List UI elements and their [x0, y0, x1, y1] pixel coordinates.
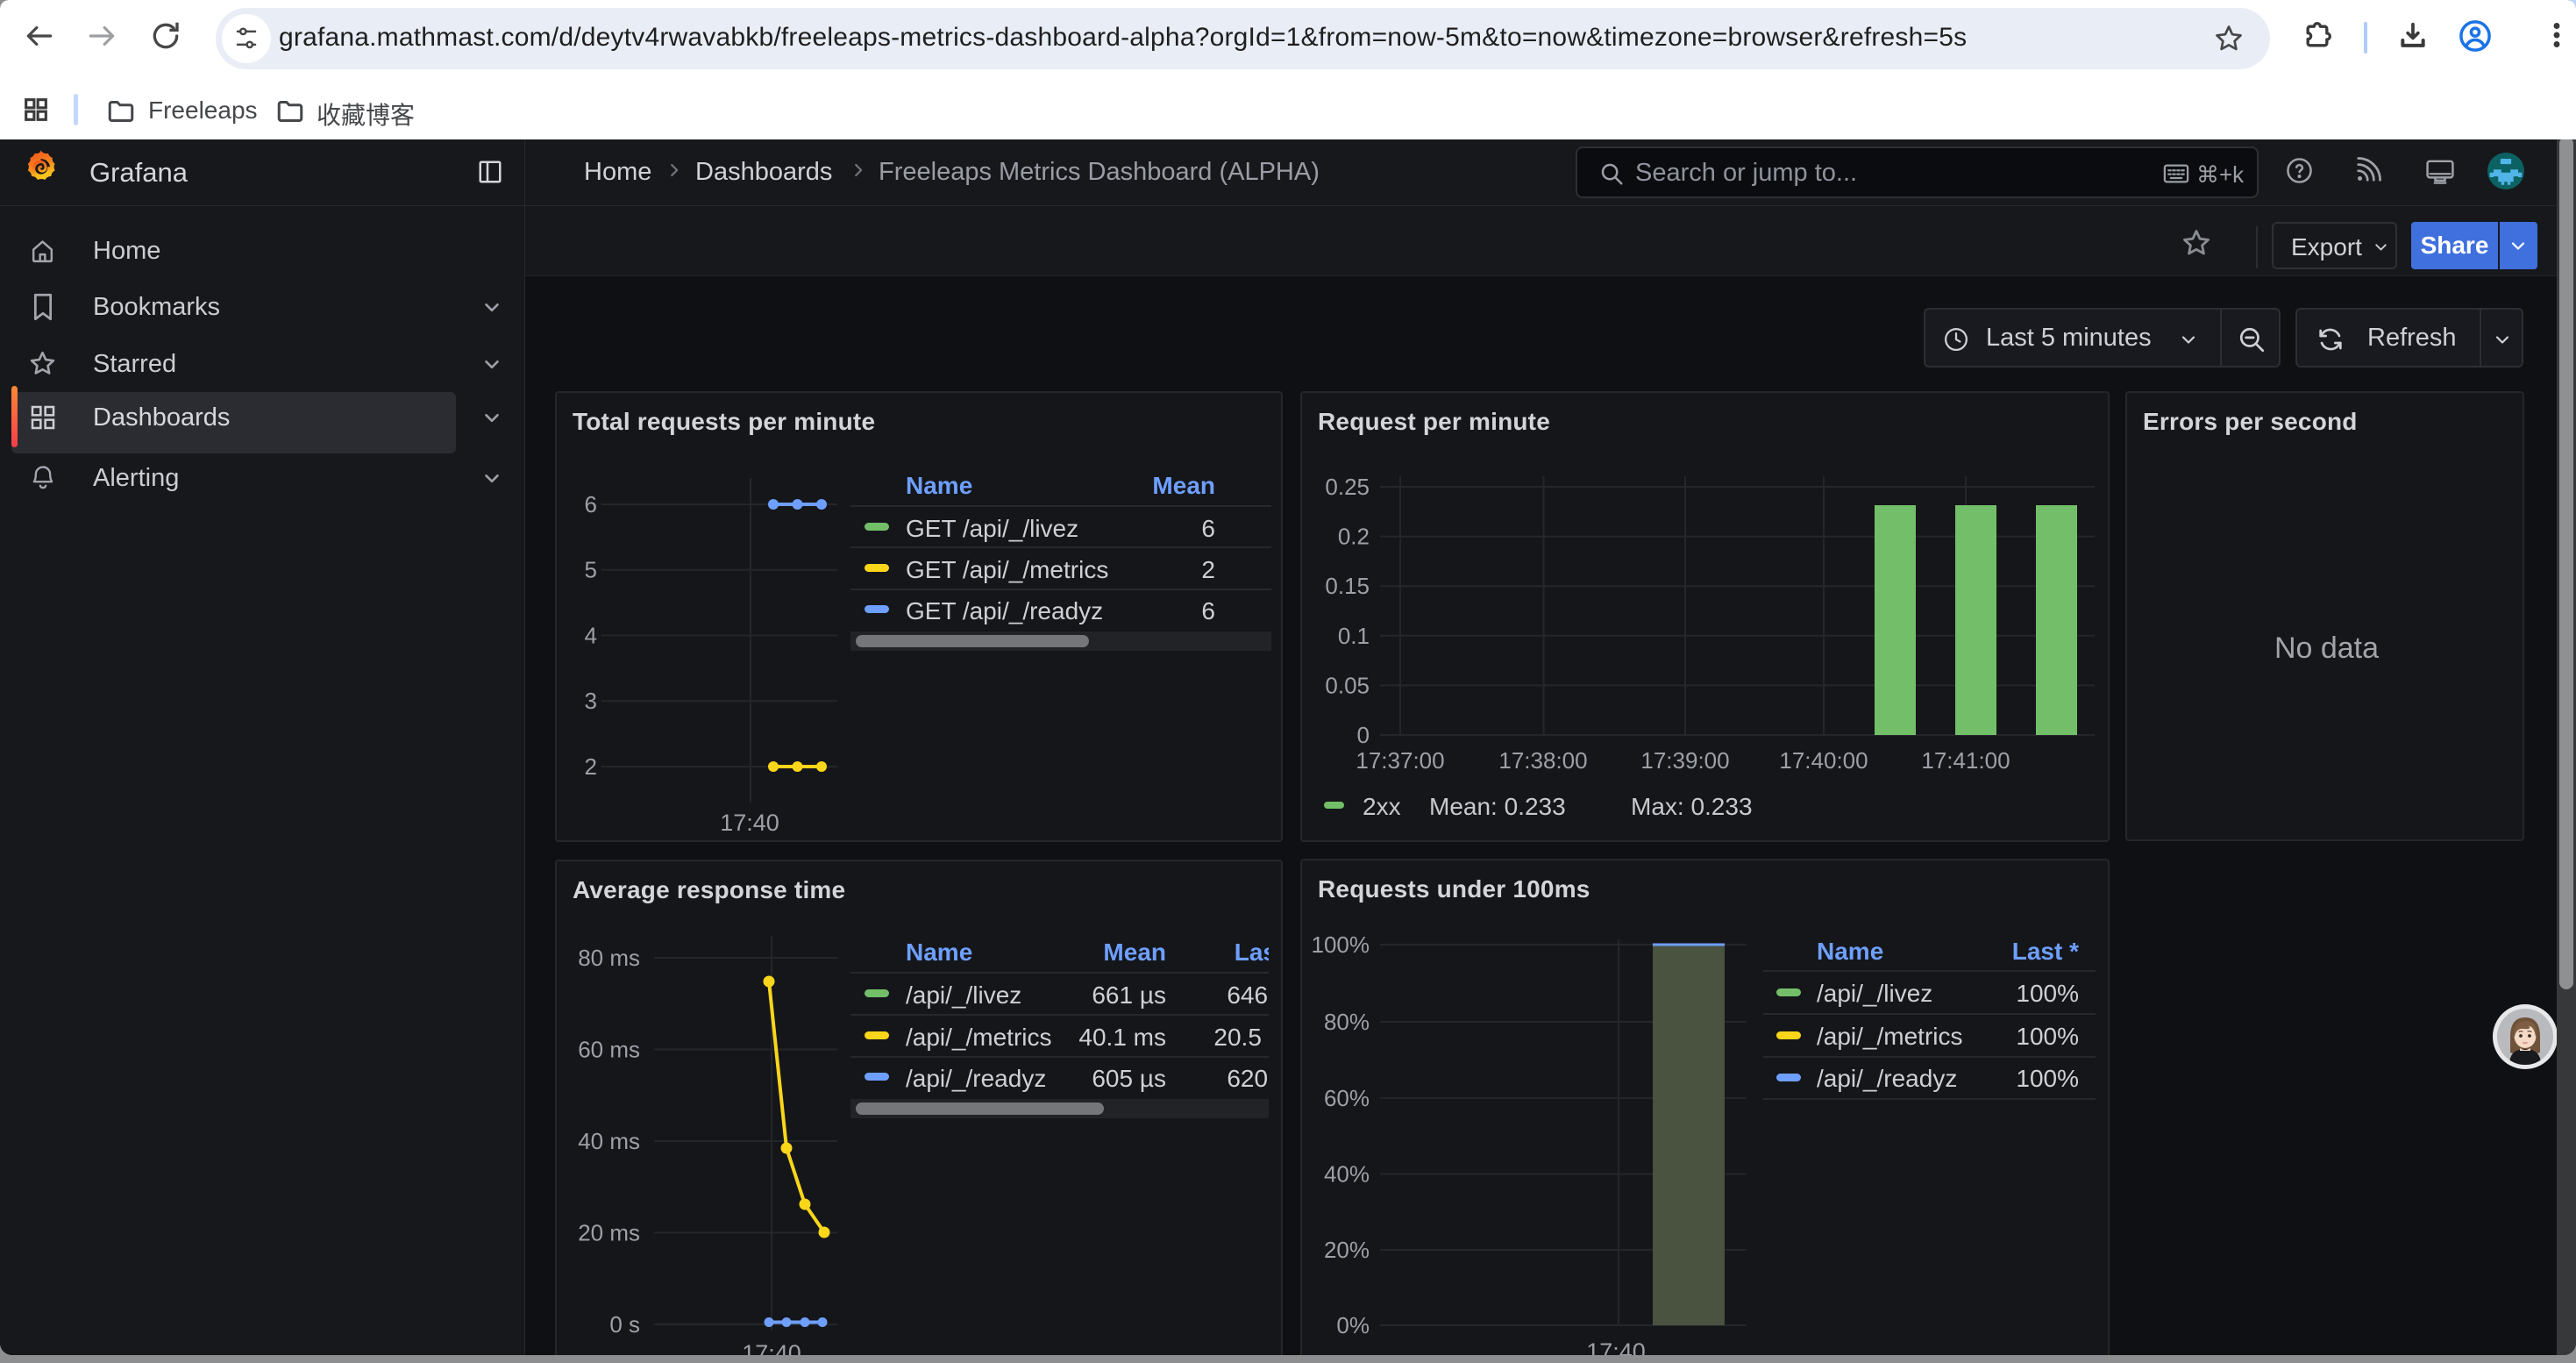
- svg-text:4: 4: [585, 623, 597, 649]
- svg-text:0.2: 0.2: [1338, 524, 1370, 550]
- svg-text:0.05: 0.05: [1325, 672, 1370, 698]
- svg-text:40 ms: 40 ms: [578, 1128, 640, 1154]
- svg-text:0 s: 0 s: [609, 1311, 640, 1338]
- svg-text:0.15: 0.15: [1325, 573, 1370, 599]
- svg-text:80 ms: 80 ms: [578, 945, 640, 971]
- svg-text:20%: 20%: [1324, 1237, 1370, 1263]
- svg-text:17:37:00: 17:37:00: [1356, 747, 1444, 774]
- svg-text:6: 6: [585, 491, 597, 517]
- svg-text:17:38:00: 17:38:00: [1498, 747, 1587, 774]
- svg-text:100%: 100%: [1312, 931, 1370, 958]
- svg-text:0.1: 0.1: [1338, 623, 1370, 649]
- svg-text:60%: 60%: [1324, 1085, 1370, 1111]
- svg-text:40%: 40%: [1324, 1161, 1370, 1188]
- svg-text:60 ms: 60 ms: [578, 1037, 640, 1063]
- svg-text:20 ms: 20 ms: [578, 1220, 640, 1246]
- svg-text:17:41:00: 17:41:00: [1921, 747, 2010, 774]
- svg-text:Mean: 0.233: Mean: 0.233: [1429, 793, 1566, 820]
- svg-text:17:39:00: 17:39:00: [1640, 747, 1729, 774]
- svg-text:17:40: 17:40: [720, 810, 779, 836]
- svg-text:0%: 0%: [1336, 1312, 1370, 1338]
- svg-text:17:40: 17:40: [742, 1340, 801, 1355]
- svg-text:17:40: 17:40: [1586, 1338, 1646, 1355]
- svg-text:5: 5: [585, 557, 597, 583]
- svg-text:0.25: 0.25: [1325, 474, 1370, 500]
- svg-text:17:40:00: 17:40:00: [1779, 747, 1868, 774]
- svg-text:Max: 0.233: Max: 0.233: [1631, 793, 1753, 820]
- svg-text:0: 0: [1357, 722, 1370, 748]
- svg-text:2: 2: [585, 753, 597, 780]
- svg-text:3: 3: [585, 688, 597, 714]
- svg-text:80%: 80%: [1324, 1009, 1370, 1035]
- svg-text:2xx: 2xx: [1363, 793, 1401, 820]
